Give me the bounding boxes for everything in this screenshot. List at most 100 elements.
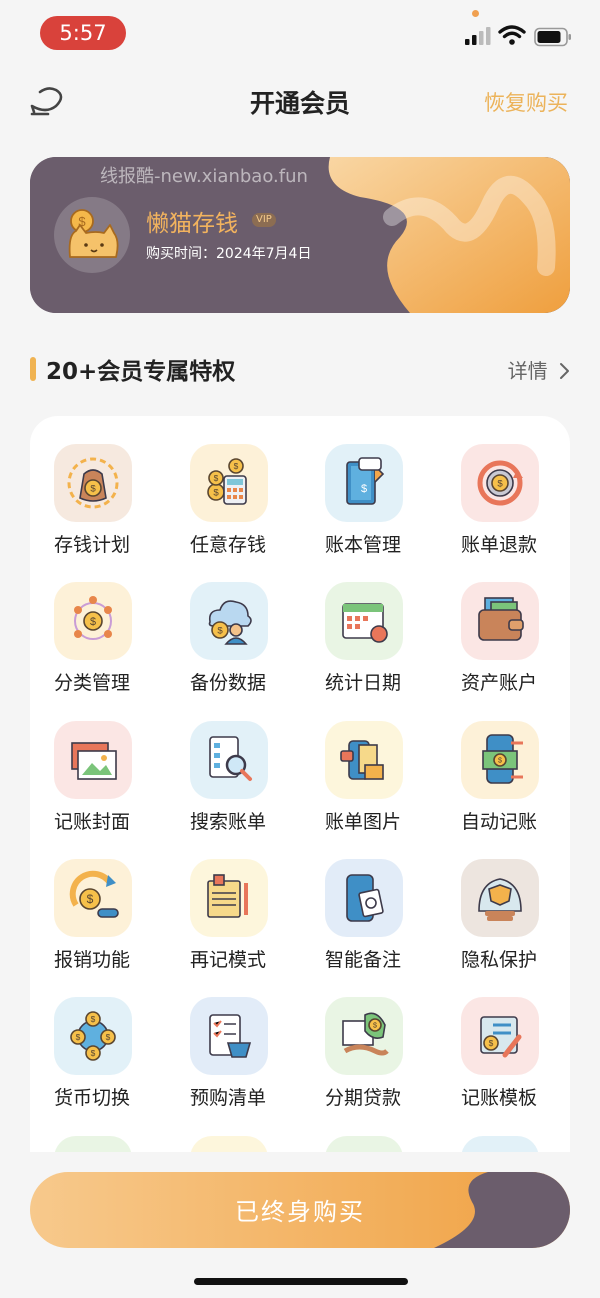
shopping-list-icon [190, 997, 268, 1075]
feature-label: 存钱计划 [53, 534, 130, 556]
avatar: $ [54, 197, 130, 273]
privacy-shield-icon [461, 859, 539, 937]
feature-item[interactable]: $ 自动记账 [439, 693, 559, 833]
details-link[interactable]: 详情 [508, 355, 570, 384]
feature-label: 货币切换 [53, 1087, 130, 1109]
feature-label: 账本管理 [324, 534, 401, 556]
svg-text:$: $ [489, 1038, 494, 1048]
receipt-photo-icon [325, 721, 403, 799]
feature-item[interactable]: 记账封面 [32, 693, 152, 833]
svg-text:$: $ [214, 473, 219, 483]
feature-label: 隐私保护 [460, 949, 537, 971]
wifi-icon [498, 25, 526, 45]
feature-item[interactable]: 统计日期 [303, 554, 423, 694]
picture-cover-icon [54, 721, 132, 799]
svg-text:$: $ [76, 1032, 81, 1042]
feature-item[interactable]: 隐私保护 [439, 831, 559, 971]
coins-calculator-icon: $ $ $ [190, 444, 268, 522]
cellular-signal-icon [465, 27, 491, 45]
cloud-backup-icon: $ [190, 582, 268, 660]
svg-text:$: $ [87, 892, 94, 906]
installment-loan-icon: $ [325, 997, 403, 1075]
smart-note-icon [325, 859, 403, 937]
feature-item[interactable]: 账单图片 [303, 693, 423, 833]
chevron-right-icon [560, 363, 569, 379]
feature-item[interactable]: $ 记账模板 [439, 969, 559, 1109]
svg-text:$: $ [91, 1014, 96, 1024]
feature-item[interactable]: $ 报销功能 [32, 831, 152, 971]
template-pen-icon: $ [461, 997, 539, 1075]
section-accent-bar [30, 357, 36, 381]
svg-text:$: $ [213, 487, 219, 498]
feature-item[interactable]: $ 账单退款 [439, 416, 559, 556]
battery-icon [534, 27, 571, 47]
restore-purchase-button[interactable]: 恢复购买 [484, 87, 568, 117]
money-bag-icon: $ [54, 444, 132, 522]
purchase-time: 购买时间：2024年7月4日 [146, 246, 312, 262]
feature-label: 自动记账 [460, 811, 537, 833]
phone-transfer-icon: $ [461, 721, 539, 799]
feature-label: 账单图片 [324, 811, 401, 833]
svg-text:$: $ [217, 625, 223, 636]
feature-label: 任意存钱 [189, 534, 266, 556]
feature-label: 账单退款 [460, 534, 537, 556]
feature-item[interactable]: $ 存钱计划 [32, 416, 152, 556]
watermark-text: 线报酷-new.xianbao.fun [100, 166, 308, 187]
calendar-stats-icon [325, 582, 403, 660]
feature-label: 预购清单 [189, 1087, 266, 1109]
vip-badge: VIP [252, 213, 276, 227]
member-name: 懒猫存钱 [146, 211, 238, 237]
feature-label: 记账模板 [460, 1087, 537, 1109]
bottom-area: 已终身购买 [0, 1152, 600, 1298]
feature-item[interactable]: 预购清单 [168, 969, 288, 1109]
cat-coin-icon: $ [68, 209, 119, 258]
feature-item[interactable]: 智能备注 [303, 831, 423, 971]
feature-item[interactable]: $ $ $ 任意存钱 [168, 416, 288, 556]
privacy-indicator-icon [472, 10, 479, 17]
currency-exchange-icon: $ $ $ $ [54, 997, 132, 1075]
status-bar: 5:57 [0, 0, 600, 66]
svg-text:$: $ [498, 756, 502, 765]
buy-button-label: 已终身购买 [235, 1198, 365, 1226]
status-time: 5:57 [40, 16, 126, 50]
details-label: 详情 [507, 359, 548, 383]
section-title: 20+会员专属特权 [46, 359, 236, 385]
privileges-section-header: 20+会员专属特权 详情 [30, 350, 570, 386]
reimburse-icon: $ [54, 859, 132, 937]
nav-bar: 开通会员 恢复购买 [0, 70, 600, 130]
feature-item[interactable]: 再记模式 [168, 831, 288, 971]
feature-item[interactable]: 搜索账单 [168, 693, 288, 833]
svg-text:$: $ [90, 483, 96, 494]
notes-pencil-icon [190, 859, 268, 937]
search-document-icon [190, 721, 268, 799]
wallet-icon [461, 582, 539, 660]
feature-item[interactable]: $ 分类管理 [32, 554, 152, 694]
category-network-icon: $ [54, 582, 132, 660]
feature-item[interactable]: $ 备份数据 [168, 554, 288, 694]
svg-text:$: $ [234, 461, 239, 471]
feature-item[interactable]: $ 账本管理 [303, 416, 423, 556]
feature-label: 再记模式 [189, 949, 266, 971]
feature-label: 报销功能 [53, 949, 130, 971]
home-indicator [194, 1278, 408, 1285]
feature-label: 备份数据 [189, 672, 266, 694]
feature-label: 分期贷款 [324, 1087, 401, 1109]
feature-item[interactable]: $ 分期贷款 [303, 969, 423, 1109]
feature-label: 统计日期 [324, 672, 401, 694]
svg-text:$: $ [106, 1032, 111, 1042]
feature-label: 资产账户 [460, 672, 537, 694]
feature-item[interactable]: $ $ $ $ 货币切换 [32, 969, 152, 1109]
feature-item[interactable]: 资产账户 [439, 554, 559, 694]
refund-cycle-icon: $ [461, 444, 539, 522]
feature-label: 智能备注 [324, 949, 401, 971]
member-card: 线报酷-new.xianbao.fun $ 懒猫存钱 VIP 购买时间：2024… [30, 157, 570, 313]
svg-text:$: $ [373, 1021, 377, 1030]
feature-label: 记账封面 [53, 811, 130, 833]
purchased-lifetime-button[interactable]: 已终身购买 [30, 1172, 570, 1248]
feature-label: 分类管理 [53, 672, 130, 694]
svg-text:$: $ [90, 616, 96, 628]
svg-text:$: $ [361, 483, 367, 495]
svg-text:$: $ [497, 478, 503, 489]
svg-text:$: $ [91, 1048, 96, 1058]
feature-label: 搜索账单 [189, 811, 266, 833]
